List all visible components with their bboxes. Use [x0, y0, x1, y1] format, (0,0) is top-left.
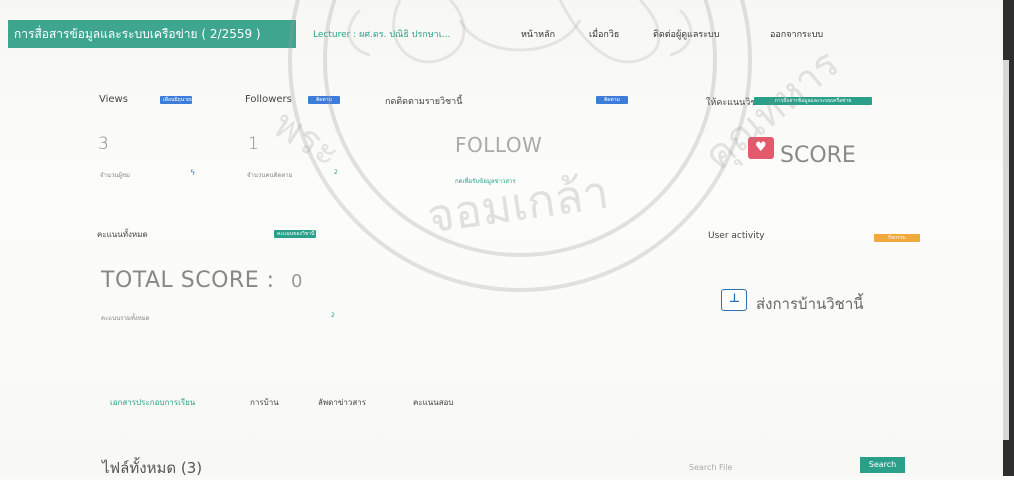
files-title: ไฟล์ทั้งหมด	[102, 459, 177, 477]
followers-count: 1	[248, 134, 259, 154]
score-button[interactable]: ♥	[748, 137, 774, 159]
upload-icon: ⊥	[729, 291, 740, 305]
heart-icon: ♥	[755, 140, 767, 155]
search-button[interactable]: Search	[860, 457, 905, 473]
total-score-value: 0	[291, 271, 303, 292]
total-trend: 2	[331, 312, 335, 319]
views-count: 3	[98, 134, 109, 154]
followers-label: Followers	[245, 94, 292, 105]
score-label: SCORE	[780, 143, 856, 168]
followers-note: จำนวนคนติดตาม	[247, 172, 293, 179]
tab-announcements[interactable]: ลัพดาข่าวสาร	[318, 396, 366, 409]
tab-homework[interactable]: การบ้าน	[250, 396, 279, 409]
upload-homework-button[interactable]: ⊥	[721, 289, 747, 311]
files-heading: ไฟล์ทั้งหมด (3)	[102, 456, 202, 480]
files-count: (3)	[180, 459, 203, 477]
follow-label: กดติดตามรายวิชานี้	[385, 97, 463, 107]
follow-badge: ติดตาม	[596, 96, 628, 104]
nav-news[interactable]: เมื่อกวิธ	[589, 27, 619, 41]
activity-label: User activity	[708, 231, 765, 241]
activity-badge: กิจกรรม	[874, 234, 920, 242]
nav-home[interactable]: หน้าหลัก	[521, 27, 555, 41]
nav-logout[interactable]: ออกจากระบบ	[770, 27, 823, 41]
follow-button[interactable]: FOLLOW	[455, 133, 542, 157]
upload-homework-label[interactable]: ส่งการบ้านวิชานี้	[756, 292, 864, 316]
course-title-button[interactable]: การสื่อสารข้อมูลและระบบเครือข่าย ( 2/255…	[8, 20, 296, 48]
views-label: Views	[99, 94, 128, 105]
followers-badge: ติดตาม	[308, 96, 340, 104]
total-score-title: TOTAL SCORE :	[101, 268, 275, 293]
lecturer-link[interactable]: Lecturer : ผศ.ดร. ปณิธิ ปรกษาเ...	[313, 27, 450, 41]
scan-edge	[1003, 0, 1014, 476]
flash-icon: ϟ	[190, 168, 196, 177]
views-note: จำนวนผู้ชม	[100, 172, 130, 179]
nav-contact-admin[interactable]: ติดต่อผู้ดูแลระบบ	[653, 27, 719, 41]
course-badge: การสื่อสารข้อมูลและระบบเครือข่าย	[754, 97, 872, 105]
follow-note: กดเพื่อรับข้อมูลข่าวสาร	[455, 178, 516, 185]
tab-documents[interactable]: เอกสารประกอบการเรียน	[110, 396, 195, 409]
file-search-input[interactable]	[689, 460, 829, 474]
total-badge: คะแนนของวิชานี้	[274, 230, 316, 238]
total-note: คะแนนรวมทั้งหมด	[101, 315, 150, 322]
views-badge: เดือนมิถุนายน	[160, 96, 192, 104]
total-label: คะแนนทั้งหมด	[97, 230, 148, 239]
followers-trend: 2	[334, 169, 338, 176]
tab-exam-scores[interactable]: คะแนนสอบ	[413, 396, 454, 409]
